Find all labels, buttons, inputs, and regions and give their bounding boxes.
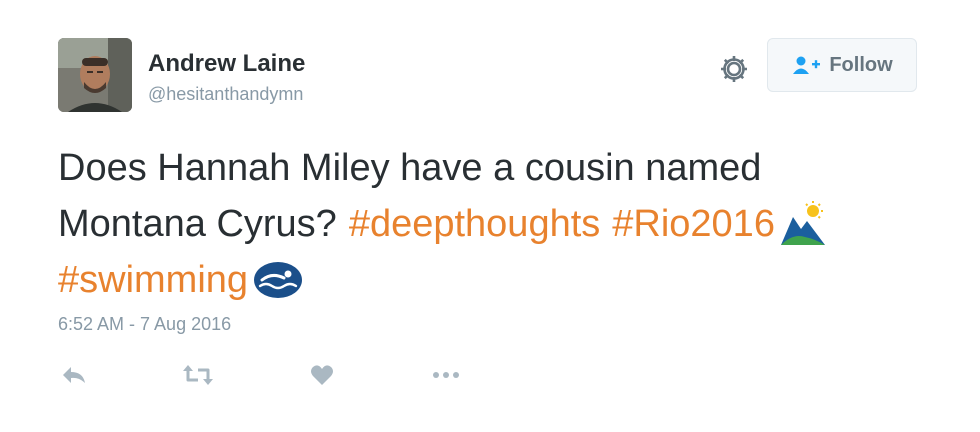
hashtag-swimming[interactable]: #swimming — [58, 255, 248, 305]
tweet-text-segment: Does Hannah Miley have a cousin named — [58, 147, 762, 189]
follow-button[interactable]: Follow — [767, 38, 917, 92]
follow-button-label: Follow — [829, 53, 893, 76]
rio2016-emoji — [779, 201, 829, 247]
like-heart-icon[interactable] — [306, 360, 338, 390]
tweet-actions — [58, 360, 554, 390]
reply-icon[interactable] — [58, 360, 90, 390]
author-name[interactable]: Andrew Laine — [148, 50, 305, 78]
gear-icon[interactable] — [717, 52, 751, 86]
follow-user-plus-icon — [791, 55, 821, 75]
tweet-card: Andrew Laine @hesitanthandymn Follow Doe… — [0, 0, 980, 432]
tweet-text-line-1: Does Hannah Miley have a cousin named — [58, 140, 938, 196]
tweet-text-segment: Montana Cyrus? — [58, 203, 337, 245]
retweet-icon[interactable] — [182, 360, 214, 390]
hashtag-deepthoughts[interactable]: #deepthoughts — [349, 199, 600, 249]
tweet-text-line-3: #swimming — [58, 252, 938, 308]
author-handle[interactable]: @hesitanthandymn — [148, 84, 303, 105]
swimming-emoji — [252, 260, 304, 300]
timestamp[interactable]: 6:52 AM - 7 Aug 2016 — [58, 314, 231, 335]
hashtag-rio2016[interactable]: #Rio2016 — [612, 199, 775, 249]
more-dots-icon[interactable] — [430, 360, 462, 390]
avatar[interactable] — [58, 38, 132, 112]
tweet-text: Does Hannah Miley have a cousin named Mo… — [58, 140, 938, 308]
tweet-text-line-2: Montana Cyrus? #deepthoughts #Rio2016 — [58, 196, 938, 252]
